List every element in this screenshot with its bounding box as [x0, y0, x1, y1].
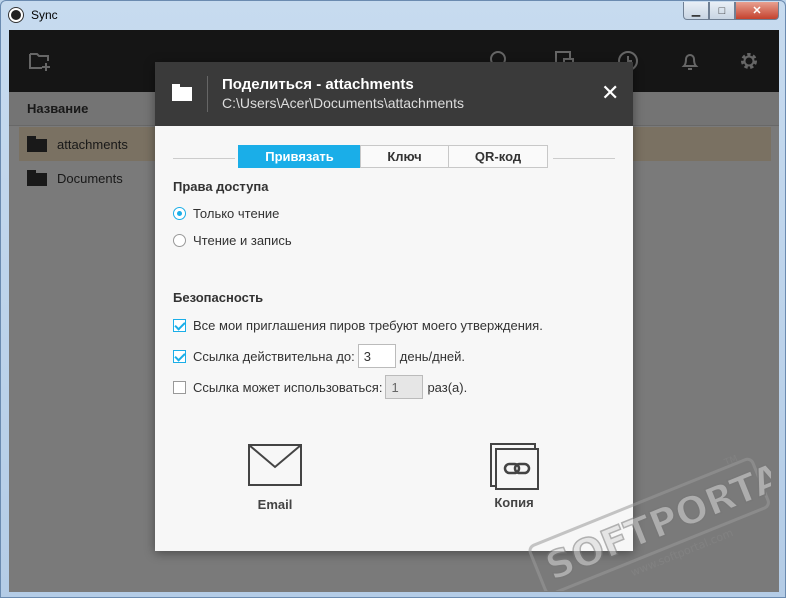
share-copy-label: Копия [494, 495, 534, 510]
readwrite-radio[interactable] [173, 234, 186, 247]
readwrite-option[interactable]: Чтение и запись [173, 233, 292, 248]
dialog-title: Поделиться - attachments [222, 76, 414, 93]
app-window: Sync ▁ □ ✕ Поделиться - attachments C:\U… [0, 0, 786, 598]
tabs-divider-right [553, 158, 615, 159]
share-dialog: Поделиться - attachments C:\Users\Acer\D… [155, 62, 633, 551]
expires-days-input[interactable]: 3 [357, 344, 396, 368]
expires-label: Ссылка действительна до: [193, 348, 355, 364]
readonly-option[interactable]: Только чтение [173, 206, 279, 221]
sync-app-icon [9, 8, 23, 22]
tab-key[interactable]: Ключ [360, 145, 449, 168]
security-section-title: Безопасность [173, 290, 264, 305]
header-divider [207, 76, 208, 112]
close-icon[interactable]: ✕ [601, 82, 619, 104]
share-email-button[interactable]: Email [245, 443, 305, 512]
tabs-divider-left [173, 158, 235, 159]
expires-checkbox[interactable] [173, 349, 186, 363]
readwrite-label: Чтение и запись [193, 233, 292, 248]
close-window-button[interactable]: ✕ [735, 2, 779, 20]
expires-unit: день/дней. [399, 348, 465, 364]
approval-checkbox[interactable] [173, 319, 186, 332]
folder-icon [172, 84, 192, 101]
share-tabs: Привязать Ключ QR-код [238, 145, 548, 168]
expires-option: Ссылка действительна до: 3 день/дней. [173, 344, 465, 368]
dialog-path: C:\Users\Acer\Documents\attachments [222, 95, 464, 111]
approval-label: Все мои приглашения пиров требуют моего … [193, 318, 543, 333]
access-section-title: Права доступа [173, 179, 269, 194]
dialog-header: Поделиться - attachments C:\Users\Acer\D… [155, 62, 633, 126]
tab-link[interactable]: Привязать [238, 145, 361, 168]
maximize-button[interactable]: □ [709, 2, 735, 20]
tab-qr-code[interactable]: QR-код [448, 145, 548, 168]
readonly-label: Только чтение [193, 206, 280, 221]
envelope-icon [248, 444, 302, 486]
title-bar[interactable]: Sync ▁ □ ✕ [1, 1, 785, 30]
uses-option: Ссылка может использоваться: 1 раз(а). [173, 375, 467, 399]
window-controls: ▁ □ ✕ [683, 2, 779, 20]
readonly-radio[interactable] [173, 207, 186, 220]
uses-unit: раз(а). [427, 379, 468, 395]
uses-checkbox[interactable] [173, 380, 186, 394]
window-title: Sync [31, 8, 58, 22]
share-email-label: Email [257, 497, 293, 512]
minimize-button[interactable]: ▁ [683, 2, 709, 20]
copy-link-icon [490, 443, 539, 490]
uses-count-input[interactable]: 1 [385, 375, 424, 399]
approval-option[interactable]: Все мои приглашения пиров требуют моего … [173, 318, 543, 333]
uses-label: Ссылка может использоваться: [193, 379, 383, 395]
share-copy-button[interactable]: Копия [484, 441, 544, 510]
